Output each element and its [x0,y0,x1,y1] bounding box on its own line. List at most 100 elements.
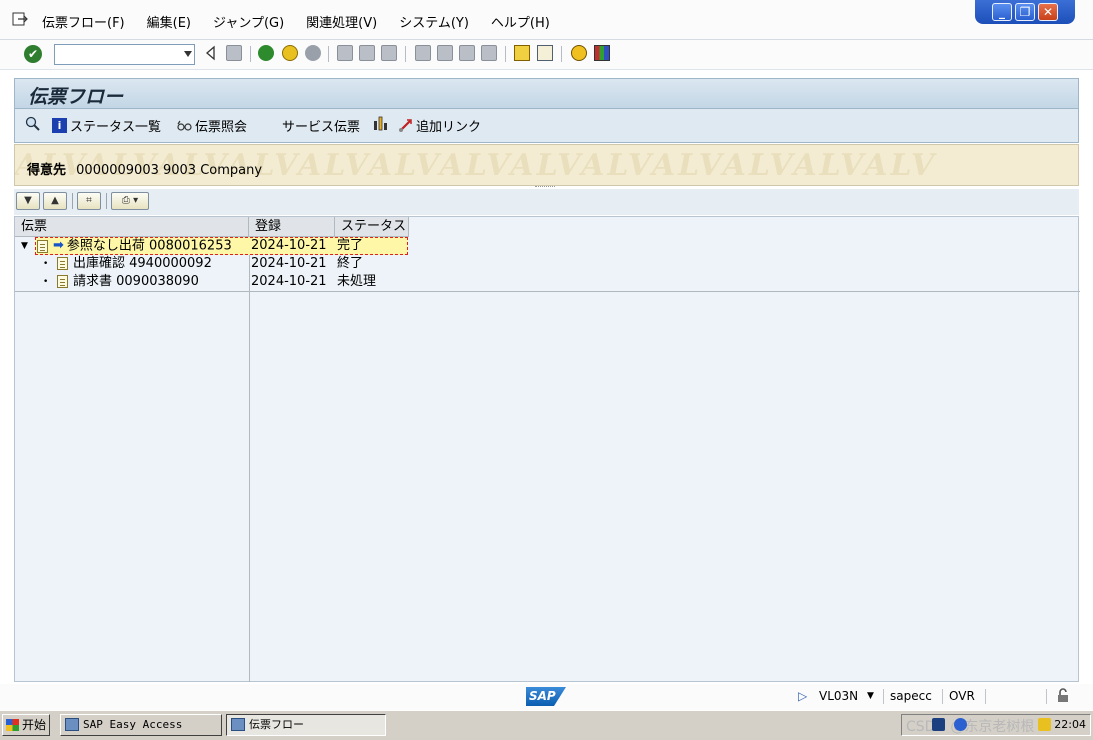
toolbar-separator [561,46,562,62]
first-page-icon[interactable] [415,45,431,61]
status-separator [985,689,986,704]
service-document-label: サービス伝票 [282,120,361,135]
magnifier-refresh-icon [25,116,40,131]
restore-button[interactable]: ❐ [1015,3,1035,21]
shortcut-icon[interactable] [537,45,553,61]
additional-links-label: 追加リンク [416,120,482,135]
toolbar-separator [328,46,329,62]
command-field[interactable] [54,44,195,65]
application-toolbar: i ステータス一覧 伝票照会 サービス伝票 追加リンク [14,109,1079,143]
date-cell: 2024-10-21 [251,274,327,289]
window-icon [65,718,79,731]
tree-bottom-rule [15,291,1080,292]
save-icon[interactable] [226,45,242,61]
status-separator [1046,689,1047,704]
document-text: 出庫確認 4940000092 [73,256,212,271]
bar-chart-icon [374,116,387,131]
status-overview-button[interactable]: i ステータス一覧 [52,116,161,135]
next-page-icon[interactable] [459,45,475,61]
refresh-button[interactable] [25,116,40,131]
start-button[interactable]: 开始 [2,714,50,736]
column-divider [249,237,250,682]
task-label: 伝票フロー [249,718,304,731]
date-cell: 2024-10-21 [251,238,327,253]
document-display-button[interactable]: 伝票照会 [177,116,247,135]
watermark-text: CSDN @东京老树根 [906,719,1035,735]
tray-network-icon[interactable] [932,718,945,731]
expand-all-icon[interactable]: ▼ [16,192,40,210]
menu-system[interactable]: システム(Y) [399,12,469,31]
tree-node-document[interactable]: 出庫確認 4940000092 [57,255,212,273]
chevron-down-icon[interactable] [184,51,192,57]
status-expand-icon[interactable]: ▷ [798,689,807,703]
clock: 22:04 [1054,718,1086,731]
lock-icon [1058,688,1068,702]
back-icon[interactable] [258,45,274,61]
system-tray: CSDN @东京老树根 22:04 [901,714,1091,736]
tree-row[interactable]: • 出庫確認 4940000092 2024-10-21 終了 [15,255,1080,273]
print-icon[interactable] [337,45,353,61]
menu-help[interactable]: ヘルプ(H) [491,12,550,31]
help-icon[interactable] [571,45,587,61]
service-document-button[interactable]: サービス伝票 [282,116,360,135]
menu-document-flow[interactable]: 伝票フロー(F) [42,12,125,31]
tray-warning-icon[interactable] [1038,718,1051,731]
toolbar-separator [250,46,251,62]
status-cell: 終了 [337,256,364,271]
document-flow-tree: 伝票 登録 ステータス ▼ ➡ 参照なし出荷 0080016253 2024-10… [14,216,1080,682]
glasses-icon [177,120,192,131]
sap-logo: SAP [526,687,566,706]
exit-icon[interactable] [282,45,298,61]
collapse-all-icon[interactable]: ▲ [43,192,67,210]
document-icon [57,257,68,270]
find-next-icon[interactable] [381,45,397,61]
print-menu-icon[interactable]: ⎙ ▾ [111,192,149,210]
transaction-code: VL03N [819,689,859,703]
previous-page-icon[interactable] [437,45,453,61]
menu-goto[interactable]: ジャンプ(G) [213,12,284,31]
task-sap-easy-access[interactable]: SAP Easy Access [60,714,222,736]
close-button[interactable]: ✕ [1038,3,1058,21]
column-header-status[interactable]: ステータス [335,217,409,237]
link-icon [399,119,412,132]
toolbar-separator [405,46,406,62]
status-separator [942,689,943,704]
tree-node-document[interactable]: ➡ 参照なし出荷 0080016253 [37,237,232,255]
customer-info: 得意先 0000009003 9003 Company [27,159,262,178]
tree-toolbar: ▼ ▲ ⌗ ⎙ ▾ [14,189,1079,215]
last-page-icon[interactable] [481,45,497,61]
minimize-button[interactable]: _ [992,3,1012,21]
chart-button[interactable] [373,116,388,131]
tray-info-icon[interactable] [954,718,967,731]
find-icon[interactable] [359,45,375,61]
column-header-date[interactable]: 登録 [249,217,335,237]
status-cell: 完了 [337,238,364,253]
task-document-flow[interactable]: 伝票フロー [226,714,386,736]
find-binoculars-icon[interactable]: ⌗ [77,192,101,210]
new-session-icon[interactable] [514,45,530,61]
expand-triangle-icon[interactable]: ▼ [21,237,28,255]
cancel-icon[interactable] [305,45,321,61]
date-cell: 2024-10-21 [251,256,327,271]
system-menu-icon[interactable] [12,12,28,26]
tree-bullet-icon: • [43,259,49,269]
menu-edit[interactable]: 編集(E) [147,12,191,31]
toolbar-separator [106,193,107,209]
column-header-document[interactable]: 伝票 [15,217,249,237]
tree-bullet-icon: • [43,277,49,287]
menu-related[interactable]: 関連処理(V) [306,12,377,31]
back-triangle-icon[interactable] [203,45,219,61]
tree-node-document[interactable]: 請求書 0090038090 [57,273,199,291]
layout-menu-icon[interactable] [594,45,610,61]
enter-check-icon[interactable]: ✔ [24,45,42,63]
title-bar: 伝票フロー [14,78,1079,109]
customer-value: 0000009003 9003 Company [76,163,263,178]
document-icon [37,239,48,253]
additional-links-button[interactable]: 追加リンク [398,116,481,135]
tree-row[interactable]: ▼ ➡ 参照なし出荷 0080016253 2024-10-21 完了 [15,237,1080,255]
tree-row[interactable]: • 請求書 0090038090 2024-10-21 未処理 [15,273,1080,291]
chevron-down-icon[interactable]: ▼ [867,691,874,701]
document-display-label: 伝票照会 [195,120,248,135]
toolbar-separator [72,193,73,209]
menu-bar: 伝票フロー(F) 編集(E) ジャンプ(G) 関連処理(V) システム(Y) ヘ… [0,0,1093,40]
